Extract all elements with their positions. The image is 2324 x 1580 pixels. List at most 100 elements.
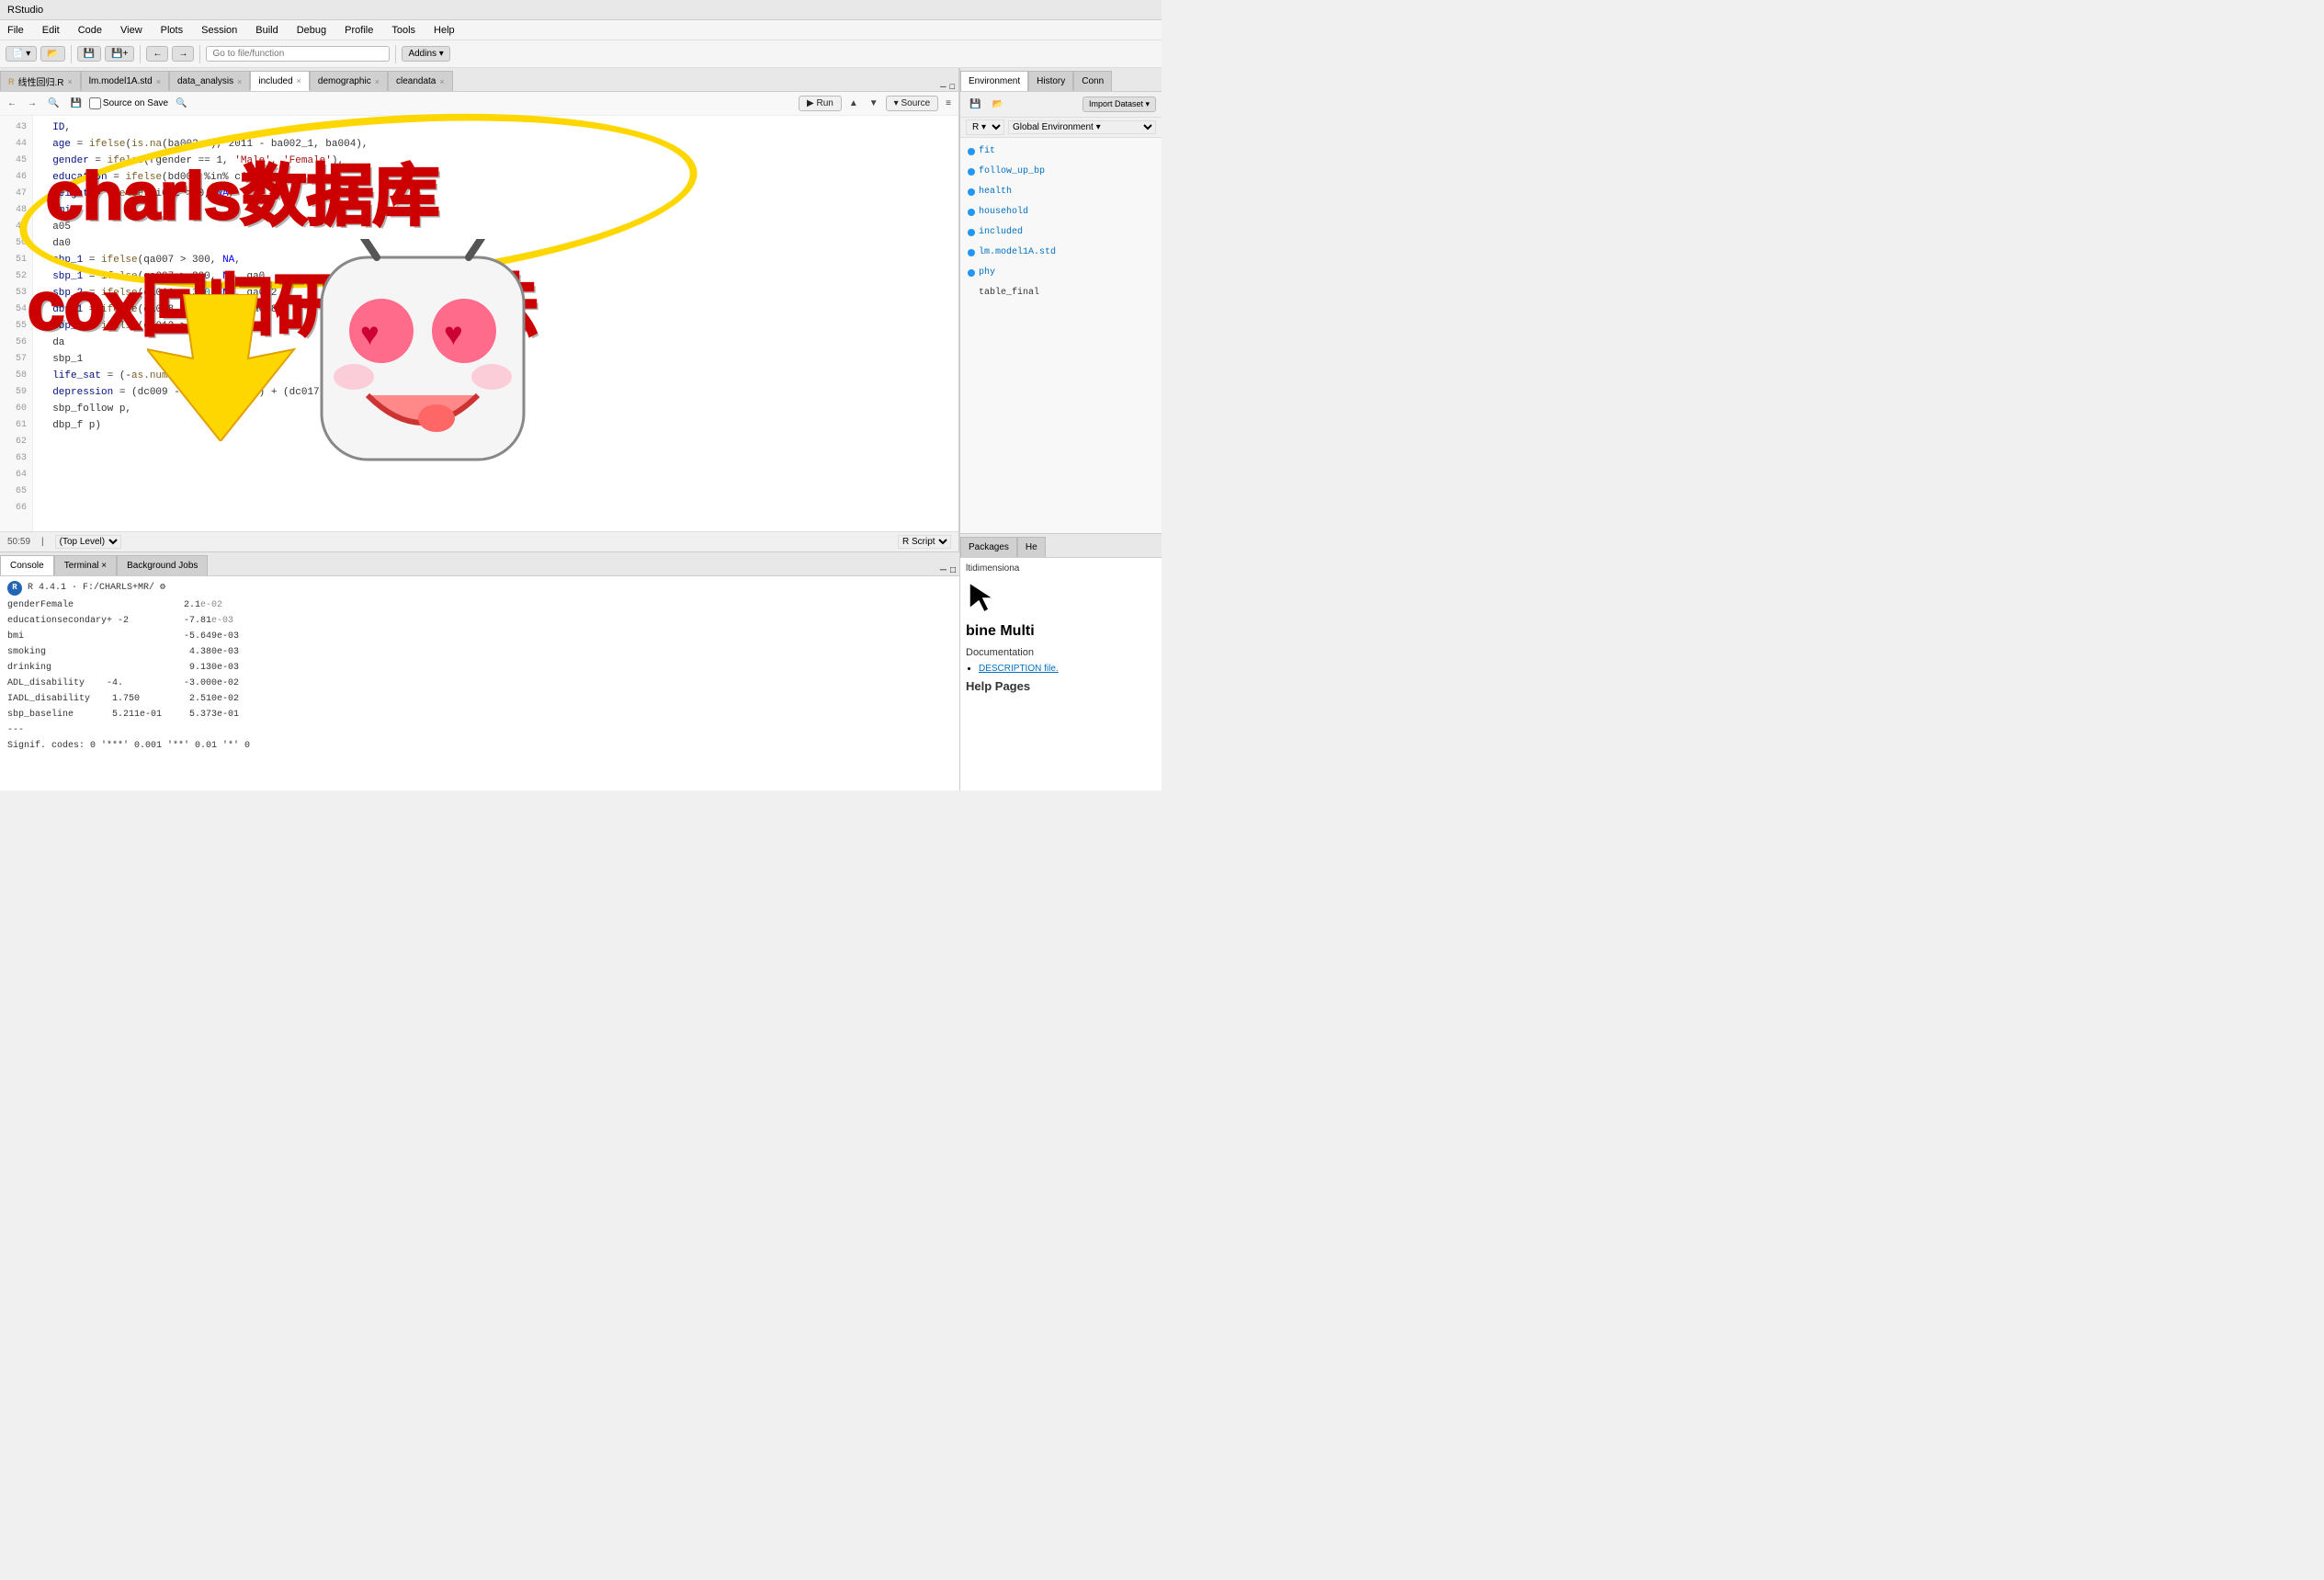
tab-demographic[interactable]: demographic × [310, 71, 388, 91]
tab-included[interactable]: included × [250, 71, 310, 91]
code-area[interactable]: 4344454647 4849505152 5354555657 5859606… [0, 116, 958, 531]
env-name-household: household [979, 204, 1028, 221]
tab-lm-model[interactable]: lm.model1A.std × [81, 71, 169, 91]
console-output-line-7: IADL_disability 1.750 2.510e-02 [7, 691, 952, 707]
code-line-63: depression = (dc009 - 1) + (dc - 1) + (d… [40, 384, 951, 401]
maximize-editor-button[interactable]: □ [950, 82, 955, 91]
console-output-line-5: drinking 9.130e-03 [7, 660, 952, 676]
env-toolbar: 💾 📂 Import Dataset ▾ [960, 92, 1162, 118]
console-tab[interactable]: Console [0, 555, 54, 575]
console-content[interactable]: R R 4.4.1 · F:/CHARLS+MR/ ⚙ genderFemale… [0, 576, 959, 790]
menu-code[interactable]: Code [74, 23, 106, 38]
code-line-44: age = ifelse(is.na(ba002_1), 2011 - ba00… [40, 136, 951, 153]
editor-forward-button[interactable]: → [24, 97, 40, 110]
console-minimize-button[interactable]: ─ [940, 565, 947, 575]
env-dropdowns: R ▾ Global Environment ▾ [960, 118, 1162, 138]
source-on-save-checkbox[interactable] [89, 97, 101, 109]
top-level-label: (Top Level) [55, 535, 121, 549]
terminal-tab[interactable]: Terminal × [54, 555, 117, 575]
environment-tab[interactable]: Environment [960, 71, 1028, 91]
menu-build[interactable]: Build [252, 23, 281, 38]
menu-tools[interactable]: Tools [388, 23, 419, 38]
editor-back-button[interactable]: ← [4, 97, 20, 110]
env-item-table[interactable]: table_final [964, 283, 1158, 303]
editor-save-button[interactable]: 💾 [66, 97, 85, 110]
menu-session[interactable]: Session [198, 23, 241, 38]
right-panel: Environment History Conn 💾 📂 Import Data… [959, 68, 1162, 790]
import-dataset-button[interactable]: Import Dataset ▾ [1083, 97, 1156, 112]
tab-label-demographic: demographic [318, 76, 371, 86]
connections-tab[interactable]: Conn [1073, 71, 1112, 91]
menu-file[interactable]: File [4, 23, 28, 38]
console-output-line-4: smoking 4.380e-03 [7, 644, 952, 660]
tab-close-linear[interactable]: × [68, 77, 73, 86]
run-button[interactable]: ▶ Run [799, 96, 842, 111]
env-item-fit[interactable]: fit [964, 142, 1158, 162]
background-jobs-tab[interactable]: Background Jobs [117, 555, 208, 575]
title-bar: RStudio [0, 0, 1162, 20]
new-file-button[interactable]: 📄 ▾ [6, 46, 37, 62]
run-up-button[interactable]: ▲ [845, 97, 862, 110]
env-item-lm-model[interactable]: lm.model1A.std [964, 243, 1158, 263]
forward-button[interactable]: → [172, 46, 194, 62]
global-env-dropdown[interactable]: Global Environment ▾ [1008, 120, 1156, 134]
open-file-button[interactable]: 📂 [40, 46, 64, 62]
help-pages-label: Help Pages [966, 679, 1156, 693]
menu-debug[interactable]: Debug [293, 23, 330, 38]
run-down-button[interactable]: ▼ [866, 97, 882, 110]
script-type-select[interactable]: R Script [898, 535, 951, 549]
menu-plots[interactable]: Plots [157, 23, 187, 38]
toolbar: 📄 ▾ 📂 💾 💾+ ← → Addins ▾ [0, 40, 1162, 68]
save-button[interactable]: 💾 [77, 46, 101, 62]
minimize-editor-button[interactable]: ─ [940, 82, 946, 91]
tab-close-demographic[interactable]: × [375, 77, 380, 86]
packages-tab[interactable]: Packages [960, 537, 1017, 557]
save-all-button[interactable]: 💾+ [105, 46, 134, 62]
env-item-followup[interactable]: follow_up_bp [964, 162, 1158, 182]
options-button[interactable]: ≡ [942, 97, 955, 110]
search-button[interactable]: 🔍 [172, 97, 190, 110]
env-item-phy[interactable]: phy [964, 263, 1158, 283]
source-button[interactable]: ▾ Source [886, 96, 938, 111]
addins-button[interactable]: Addins ▾ [402, 46, 449, 62]
env-item-health[interactable]: health [964, 182, 1158, 202]
env-name-included: included [979, 224, 1023, 241]
code-lines-container: 4344454647 4849505152 5354555657 5859606… [0, 116, 958, 531]
console-maximize-button[interactable]: □ [950, 565, 956, 575]
back-button[interactable]: ← [146, 46, 168, 62]
context-select[interactable]: (Top Level) [55, 535, 121, 549]
r-version: R 4.4.1 [28, 580, 66, 596]
source-on-save-label: Source on Save [89, 97, 168, 109]
documentation-label: Documentation [966, 647, 1156, 658]
env-dot-phy [968, 269, 975, 277]
menu-help[interactable]: Help [430, 23, 459, 38]
console-output-line-8: sbp_baseline 5.211e-01 5.373e-01 [7, 707, 952, 722]
console-output-line-1: genderFemale 2.1e-02 [7, 597, 952, 613]
r-dropdown[interactable]: R ▾ [966, 119, 1004, 135]
editor-show-button[interactable]: 🔍 [44, 97, 62, 110]
menu-view[interactable]: View [117, 23, 146, 38]
env-load-button[interactable]: 📂 [988, 97, 1006, 111]
tab-close-cleandata[interactable]: × [439, 77, 444, 86]
console-output-line-10: Signif. codes: 0 '***' 0.001 '**' 0.01 '… [7, 738, 952, 754]
toolbar-separator-4 [395, 45, 396, 63]
description-file-link[interactable]: DESCRIPTION file. [979, 664, 1059, 674]
tab-cleandata[interactable]: cleandata × [388, 71, 453, 91]
history-tab[interactable]: History [1028, 71, 1073, 91]
tab-label-analysis: data_analysis [177, 76, 233, 86]
tab-close-analysis[interactable]: × [237, 77, 242, 86]
env-item-included[interactable]: included [964, 222, 1158, 243]
tab-linear-regression[interactable]: R 线性回归.R × [0, 71, 81, 91]
tab-close-lm[interactable]: × [156, 77, 161, 86]
toolbar-separator-1 [71, 45, 72, 63]
help-tab[interactable]: He [1017, 537, 1046, 557]
menu-edit[interactable]: Edit [39, 23, 63, 38]
toolbar-separator-3 [199, 45, 200, 63]
tab-data-analysis[interactable]: data_analysis × [169, 71, 250, 91]
code-line-50: da0 [40, 235, 951, 252]
tab-close-included[interactable]: × [297, 76, 301, 85]
menu-profile[interactable]: Profile [341, 23, 377, 38]
env-item-household[interactable]: household [964, 202, 1158, 222]
env-save-button[interactable]: 💾 [966, 97, 984, 111]
goto-input[interactable] [206, 46, 390, 62]
